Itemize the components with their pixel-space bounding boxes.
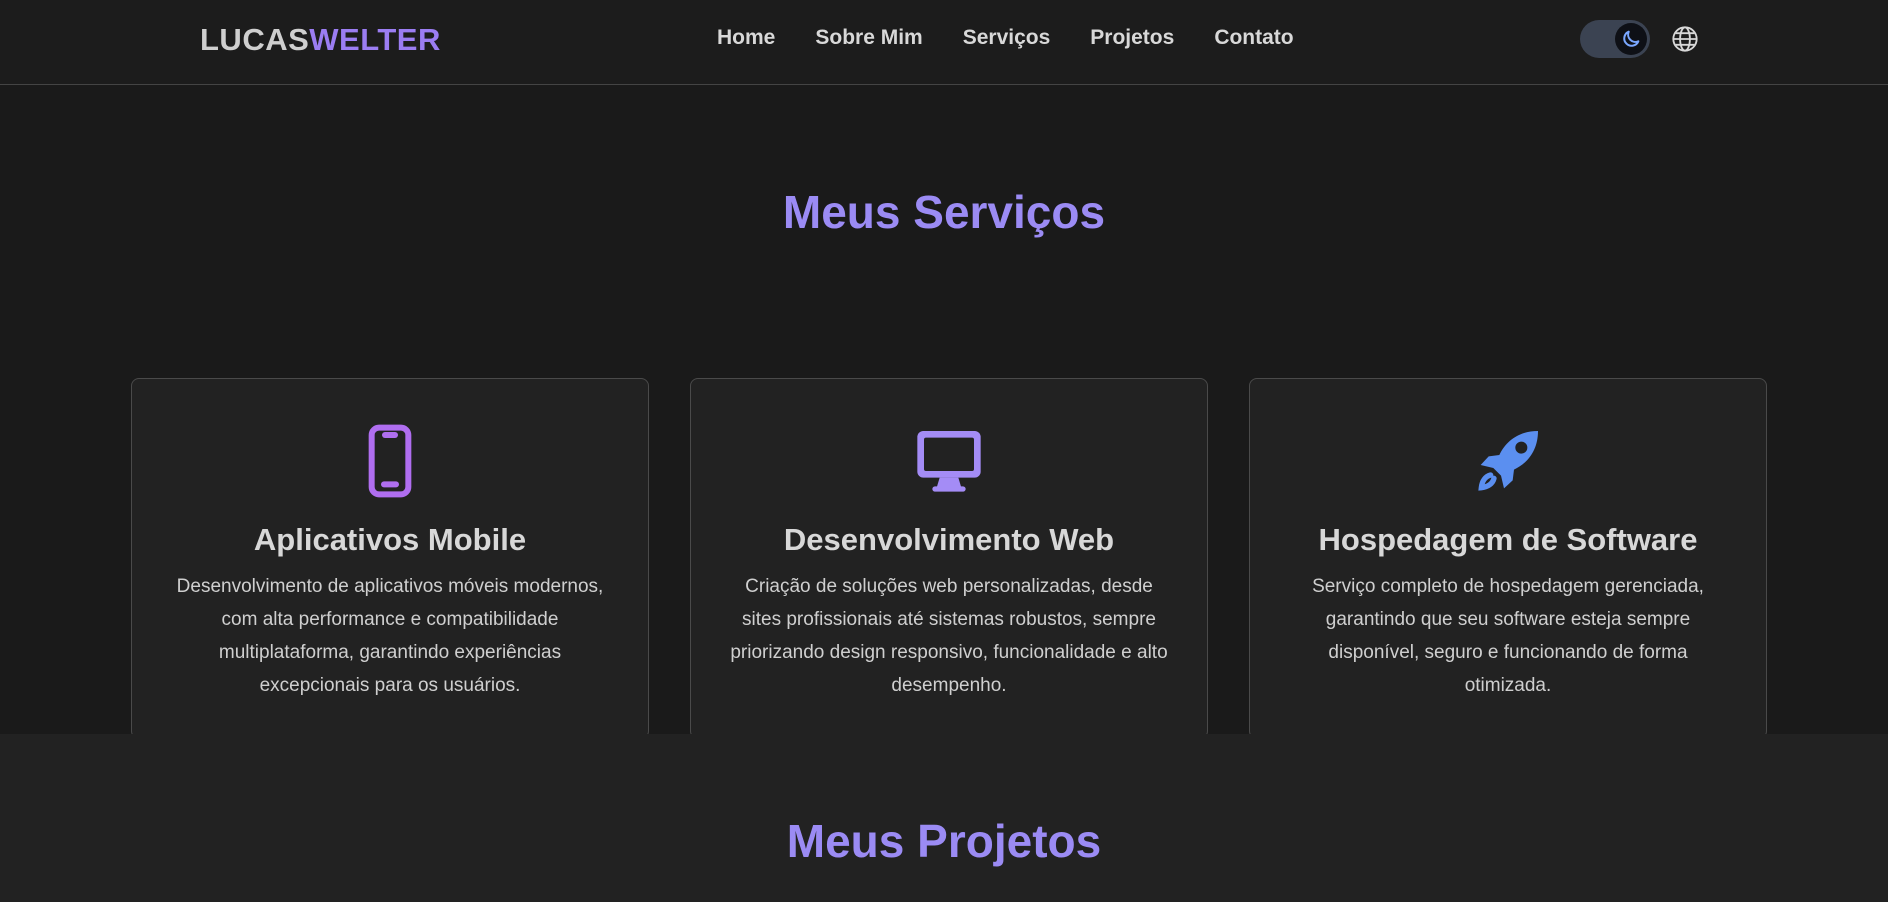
service-title: Aplicativos Mobile <box>253 522 527 557</box>
logo-last-name: WELTER <box>309 22 441 57</box>
rocket-icon <box>1478 431 1538 491</box>
logo-first-name: LUCAS <box>200 22 310 57</box>
projects-title: Meus Projetos <box>786 815 1102 867</box>
nav-link-about[interactable]: Sobre Mim <box>815 26 922 50</box>
nav-link-projects[interactable]: Projetos <box>1090 26 1174 50</box>
navbar: LUCASWELTER Home Sobre Mim Serviços Proj… <box>0 0 1888 85</box>
service-description: Desenvolvimento de aplicativos móveis mo… <box>176 576 604 696</box>
service-card-web: Desenvolvimento Web Criação de soluções … <box>690 378 1208 739</box>
service-description: Serviço completo de hospedagem gerenciad… <box>1312 576 1704 696</box>
service-description: Criação de soluções web personalizadas, … <box>730 576 1168 696</box>
nav-link-services[interactable]: Serviços <box>963 26 1051 50</box>
service-title: Desenvolvimento Web <box>783 522 1115 557</box>
logo[interactable]: LUCASWELTER <box>200 22 441 58</box>
service-card-hosting: Hospedagem de Software Serviço completo … <box>1249 378 1767 739</box>
smartphone-icon <box>368 424 412 498</box>
service-title: Hospedagem de Software <box>1318 522 1698 557</box>
services-title: Meus Serviços <box>782 186 1106 238</box>
globe-icon[interactable] <box>1671 25 1699 53</box>
moon-icon <box>1623 30 1640 47</box>
nav-link-contact[interactable]: Contato <box>1214 26 1293 50</box>
main-menu: Home Sobre Mim Serviços Projetos Contato <box>717 26 1294 50</box>
monitor-icon <box>917 431 981 492</box>
theme-toggle[interactable] <box>1580 20 1650 58</box>
services-section: Meus Serviços Aplicativos Mobile Desenvo… <box>0 85 1888 739</box>
service-card-mobile: Aplicativos Mobile Desenvolvimento de ap… <box>131 378 649 739</box>
projects-section: Meus Projetos <box>0 734 1888 902</box>
nav-link-home[interactable]: Home <box>717 26 775 50</box>
theme-toggle-knob <box>1615 23 1647 55</box>
